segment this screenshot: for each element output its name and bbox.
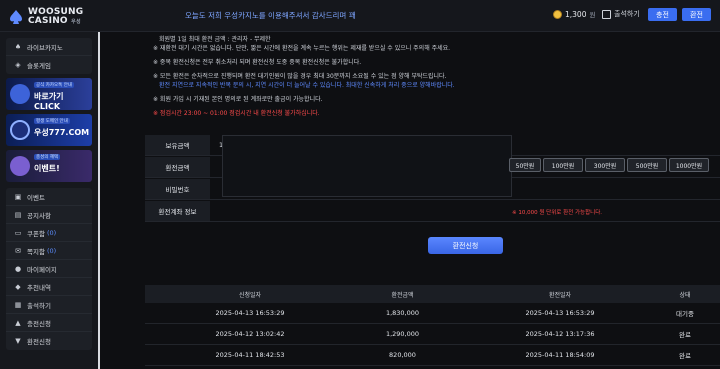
user-icon: ● [14,264,22,273]
balance-label: 보유금액 [145,135,210,155]
password-label: 비밀번호 [145,179,210,199]
kakao-banner[interactable]: 공식 카카오톡 안내 바로가기 CLICK [6,78,92,110]
amount-button-100[interactable]: 100만원 [543,158,583,172]
exchange-button[interactable]: 환전 [682,8,711,21]
sidebar-item-live-casino[interactable]: ♠ 라이브카지노 [6,38,92,56]
exchange-date: 2025-04-12 13:17:36 [525,330,595,338]
sidebar-item-attendance[interactable]: ▦ 출석하기 [6,296,92,314]
brand-logo[interactable]: WOOSUNG CASINO 우성 [8,4,100,30]
event-banner[interactable]: 충성의 혜택 이벤트! [6,150,92,182]
domain-banner[interactable]: 평생 도메인 안내 우성777.COM [6,114,92,146]
amount: 1,830,000 [385,309,420,317]
amount-hint: ※ 10,000 원 단위로 환전 가능합니다. [512,210,603,216]
sidebar-item-coupon[interactable]: ▭ 쿠폰함 (0) [6,224,92,242]
amount: 820,000 [389,351,416,359]
status: 완료 [679,352,691,360]
game-menu: ♠ 라이브카지노 ◈ 슬롯게임 [6,38,92,74]
sidebar: ♠ 라이브카지노 ◈ 슬롯게임 공식 카카오톡 안내 바로가기 CLICK 평생… [0,32,100,369]
balance-unit: 원 [589,11,596,19]
notice-line-4: 환전 지연으로 지속적인 반복 문의 시, 지연 시간이 더 늘어날 수 있습니… [159,82,455,89]
header-status: 상태 [679,291,691,299]
notice-line-5: ※ 회원 가입 시 기재된 본인 명의로 된 계좌로만 출금이 가능합니다. [153,96,323,103]
sidebar-item-event[interactable]: ▣ 이벤트 [6,188,92,206]
table-row: 2025-04-12 13:02:42 1,290,000 2025-04-12… [145,324,720,345]
calendar-icon: ▦ [14,300,22,309]
app-root: WOOSUNG CASINO 우성 오늘도 저희 우성카지노를 이용해주셔서 감… [0,0,720,369]
attendance-link[interactable]: 출석하기 [602,9,640,19]
user-menu: ▣ 이벤트 ▤ 공지사항 ▭ 쿠폰함 (0) ✉ 쪽지함 (0) ● 마이페이지 [6,188,92,350]
table-header: 신청일자 환전금액 환전일자 상태 [145,285,720,303]
header-request-date: 신청일자 [238,291,262,299]
amount-label: 환전금액 [145,157,210,177]
withdraw-notice: 회원별 1일 최대 환전 금액 : 관리자 - 무제한 ※ 재환전 대기 시간은… [145,32,720,128]
spade-icon: ♠ [14,42,22,51]
exchange-date: 2025-04-11 18:54:09 [525,351,595,359]
notice-line-6: ※ 점검시간 23:00 ~ 01:00 점검시간 내 환전신청 불가하십니다. [153,110,320,117]
table-row: 2025-04-11 18:42:53 820,000 2025-04-11 1… [145,345,720,366]
amount-buttons: 50만원 100만원 300만원 500만원 1000만원 [509,158,709,172]
notice-line-limit: 회원별 1일 최대 환전 금액 : 관리자 - 무제한 [159,36,271,43]
gift-icon [10,156,30,176]
amount-button-1000[interactable]: 1000만원 [669,158,709,172]
request-date: 2025-04-13 16:53:29 [215,309,285,317]
notice-line-1: ※ 재환전 대기 시간은 없습니다. 단만, 짧은 시간에 환전을 계속 누르는… [153,45,451,52]
balance-amount: 1,300 [565,9,587,19]
sidebar-item-referral[interactable]: ◆ 추천내역 [6,278,92,296]
slot-icon: ◈ [15,61,21,69]
coin-icon [553,9,562,19]
popup-overlay[interactable] [222,135,512,197]
request-date: 2025-04-12 13:02:42 [215,330,285,338]
amount: 1,290,000 [385,330,420,338]
status: 대기중 [676,310,694,318]
calendar-icon [602,9,611,19]
notice-line-2: ※ 중복 환전신청은 전부 취소처리 되며 환전신청 도중 중복 환전신청은 불… [153,59,362,66]
charge-button[interactable]: 충전 [648,8,677,21]
withdraw-icon: ▼ [15,337,21,345]
withdraw-history-table: 신청일자 환전금액 환전일자 상태 2025-04-13 16:53:29 1,… [145,285,720,366]
club-icon [10,120,30,140]
envelope-icon: ✉ [15,246,21,255]
sidebar-item-mypage[interactable]: ● 마이페이지 [6,260,92,278]
top-bar: WOOSUNG CASINO 우성 오늘도 저희 우성카지노를 이용해주셔서 감… [0,0,720,32]
sidebar-item-notice[interactable]: ▤ 공지사항 [6,206,92,224]
coupon-icon: ▭ [14,228,22,237]
amount-button-50[interactable]: 50만원 [509,158,541,172]
sidebar-item-withdraw[interactable]: ▼ 환전신청 [6,332,92,350]
table-row: 2025-04-13 16:53:29 1,830,000 2025-04-13… [145,303,720,324]
amount-button-300[interactable]: 300만원 [585,158,625,172]
header-exchange-date: 환전일자 [548,291,572,299]
notice-marquee: 오늘도 저희 우성카지노를 이용해주셔서 감사드리며 꽤 [185,11,356,20]
exchange-date: 2025-04-13 16:53:29 [525,309,595,317]
status: 완료 [679,331,691,339]
amount-button-500[interactable]: 500만원 [627,158,667,172]
sidebar-item-message[interactable]: ✉ 쪽지함 (0) [6,242,92,260]
notice-line-3: ※ 모든 환전은 순차적으로 진행되며 환전 대기인원이 많을 경우 최대 30… [153,73,447,80]
request-date: 2025-04-11 18:42:53 [215,351,285,359]
submit-withdraw-button[interactable]: 환전신청 [428,237,503,254]
account-label: 환전계좌 정보 [145,201,210,221]
deposit-icon: ▲ [15,318,21,327]
header-amount: 환전금액 [391,291,414,299]
event-icon: ▣ [14,192,22,201]
spade-logo-icon [10,10,22,24]
sidebar-item-slot[interactable]: ◈ 슬롯게임 [6,56,92,74]
notice-icon: ▤ [14,210,22,219]
chat-icon [10,84,30,104]
balance-display: 1,300 원 [553,9,595,19]
sidebar-item-deposit[interactable]: ▲ 충전신청 [6,314,92,332]
referral-icon: ◆ [15,282,21,291]
form-row-account: 환전계좌 정보 [145,201,720,222]
brand-name: WOOSUNG CASINO 우성 [28,6,84,26]
